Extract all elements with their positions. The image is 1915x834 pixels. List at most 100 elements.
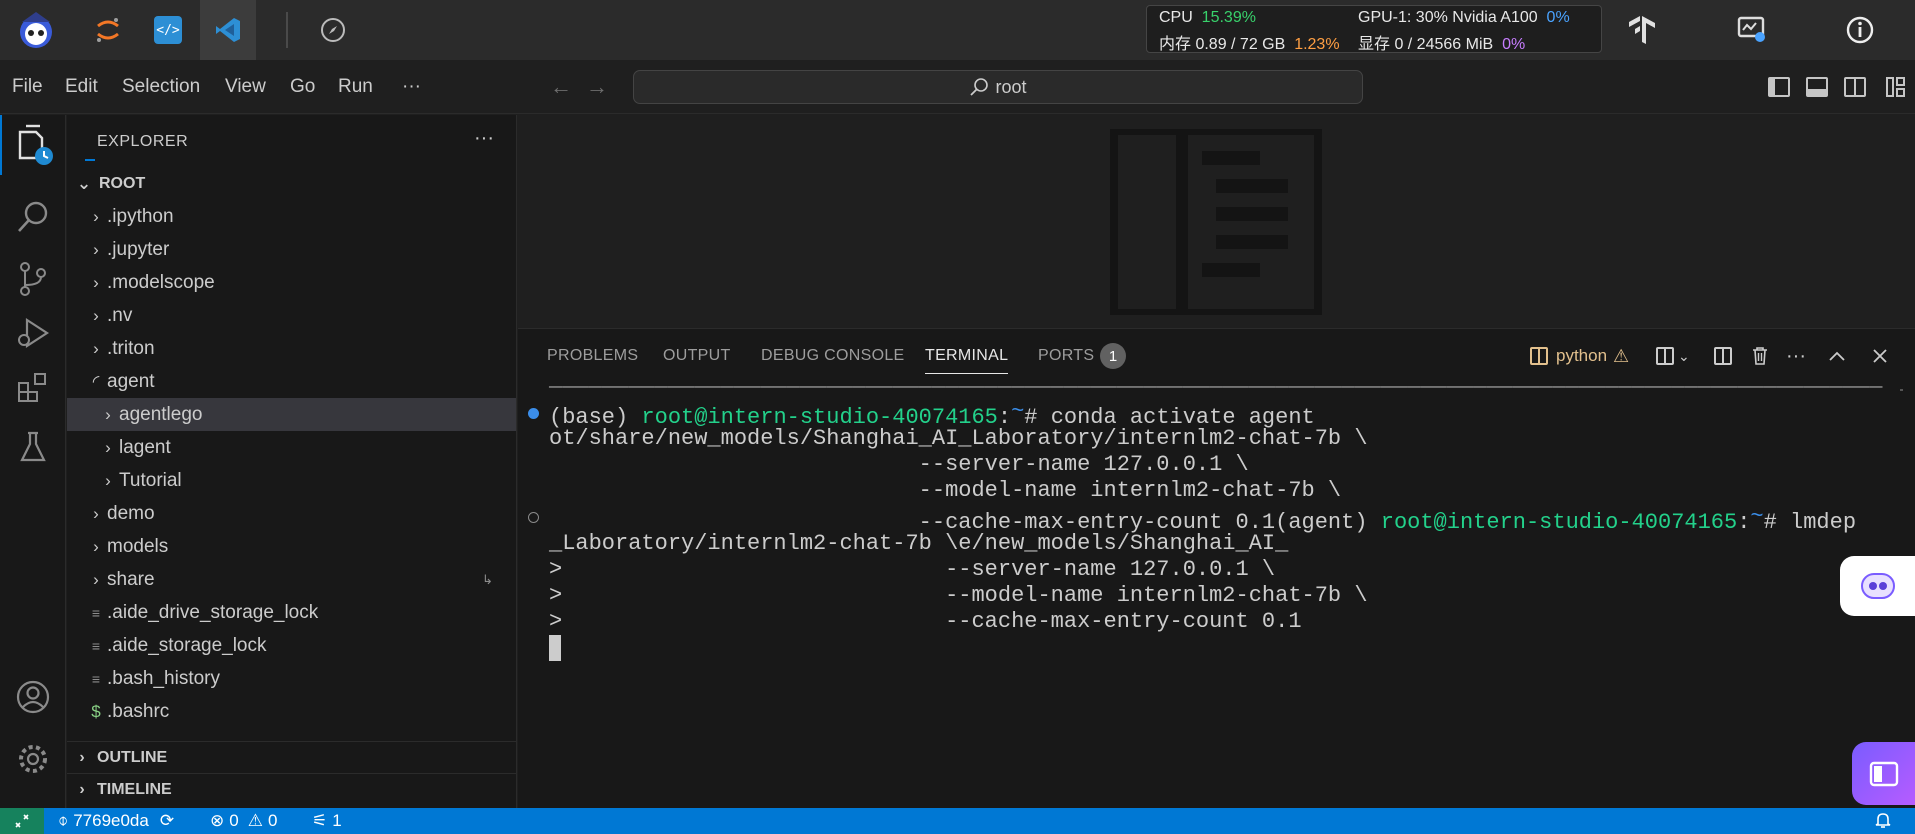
tree-item-label: lagent [119,436,171,458]
terminal-selector[interactable]: python ⚠ [1530,343,1629,369]
tree-item-label: .bashrc [107,700,170,722]
split-editor-button[interactable] [1714,343,1732,369]
run-debug-icon[interactable] [0,303,66,363]
back-arrow-icon[interactable]: ← [550,74,586,99]
command-success-dot-icon[interactable] [528,408,539,419]
monitor-settings-icon[interactable] [1724,0,1780,60]
status-bar: ⌽ 7769e0da ⟳ ⊗ 0 ⚠ 0 ⚟ 1 [0,808,1915,834]
command-pending-dot-icon[interactable] [528,512,539,523]
remote-indicator[interactable] [0,808,44,834]
terminal-line: > --cache-max-entry-count 0.1 [549,609,1302,634]
explorer-title: EXPLORER [97,133,189,150]
root-label: ROOT [99,174,146,192]
terminal-line: > --model-name internlm2-chat-7b \ [549,583,1368,608]
explorer-more-actions[interactable]: ··· [474,127,494,150]
assistant-robot-widget[interactable] [1840,556,1915,616]
branch-label: 7769e0da [73,811,149,830]
account-icon[interactable] [0,667,66,727]
tree-item-label: demo [107,502,155,524]
forward-arrow-icon[interactable]: → [586,74,622,99]
assistant-mascot-icon[interactable] [8,0,64,60]
tree-item-lagent[interactable]: › lagent [67,431,516,464]
maximize-panel-icon[interactable] [1829,343,1845,369]
toggle-panel-icon[interactable] [1806,77,1828,97]
notifications-bell[interactable] [1874,811,1892,829]
vscode-icon[interactable] [200,0,256,60]
menu-edit[interactable]: Edit [65,76,98,98]
menu-more[interactable]: ··· [402,76,421,98]
tree-item-label: .aide_drive_storage_lock [107,601,319,623]
tree-item-modelscope[interactable]: › .modelscope [67,266,516,299]
tree-item-triton[interactable]: › .triton [67,332,516,365]
bell-icon [1875,813,1891,828]
tree-item-tutorial[interactable]: › Tutorial [67,464,516,497]
terminal-line: --model-name internlm2-chat-7b \ [549,478,1342,503]
testing-flask-icon[interactable] [0,417,66,477]
tree-item-models[interactable]: › models [67,530,516,563]
tree-item-bashrc[interactable]: $ .bashrc [67,695,516,728]
tab-ports[interactable]: PORTS [1038,347,1094,365]
tree-item-jupyter[interactable]: › .jupyter [67,233,516,266]
outline-section[interactable]: › OUTLINE [67,741,516,773]
menu-file[interactable]: File [12,76,43,98]
tab-terminal[interactable]: TERMINAL [925,347,1009,374]
tree-item-label: .nv [107,304,133,326]
command-center-search[interactable]: root [633,70,1363,104]
editor-area [518,115,1915,327]
chevron-down-icon: ⌄ [1678,347,1690,364]
chevron-right-icon: › [105,404,111,424]
tree-item-aide-storage-lock[interactable]: ≡ .aide_storage_lock [67,629,516,662]
search-sidebar-icon[interactable] [0,187,66,247]
jupyter-icon[interactable] [80,0,136,60]
menu-selection[interactable]: Selection [122,76,200,98]
tree-item-agent[interactable]: ◜ agent [67,365,516,398]
source-control-icon[interactable] [0,249,66,309]
close-panel-icon[interactable] [1873,343,1887,369]
tree-item-aide-drive-storage-lock[interactable]: ≡ .aide_drive_storage_lock [67,596,516,629]
tree-item-label: agent [107,370,155,392]
app-window: </> CPU 15.39% 内存 0.89 / 72 GB 1.23% GPU… [0,0,1915,834]
tree-item-agentlego[interactable]: › agentlego [67,398,516,431]
chevron-right-icon: › [93,569,99,589]
explorer-icon[interactable] [0,115,66,175]
code-file-icon[interactable]: </> [140,0,196,60]
tab-debug-console[interactable]: DEBUG CONSOLE [761,347,905,365]
chevron-right-icon: › [93,503,99,523]
toggle-primary-sidebar-icon[interactable] [1768,77,1790,97]
tree-item-bash-history[interactable]: ≡ .bash_history [67,662,516,695]
toggle-secondary-sidebar-icon[interactable] [1844,77,1866,97]
timeline-label: TIMELINE [97,780,172,798]
tree-item-share[interactable]: › share ↳ [67,563,516,596]
tree-item-label: Tutorial [119,469,182,491]
tree-item-label: share [107,568,155,590]
menu-view[interactable]: View [225,76,266,98]
menu-go[interactable]: Go [290,76,315,98]
terminal-output[interactable]: ________________________________________… [518,367,1915,809]
activity-bar [0,115,66,808]
tree-root-folder[interactable]: ⌄ ROOT [67,167,516,200]
shell-dollar-icon: $ [91,701,101,721]
manage-gear-icon[interactable] [0,729,66,789]
info-icon[interactable] [1832,0,1888,60]
tensorflow-icon[interactable] [1614,0,1670,60]
tree-item-nv[interactable]: › .nv [67,299,516,332]
tab-output[interactable]: OUTPUT [663,347,731,365]
compass-icon[interactable] [305,0,361,60]
tree-item-demo[interactable]: › demo [67,497,516,530]
vscode-watermark-icon [1110,129,1322,315]
tree-item-ipython[interactable]: › .ipython [67,200,516,233]
extensions-icon[interactable] [0,358,66,418]
customize-layout-icon[interactable] [1886,77,1906,97]
file-lines-icon: ≡ [91,670,101,687]
more-actions-icon[interactable]: ··· [1786,343,1806,369]
problems-status[interactable]: ⊗ 0 ⚠ 0 [210,811,277,831]
timeline-section[interactable]: › TIMELINE [67,773,516,805]
side-panel-toggle-widget[interactable] [1852,742,1915,805]
ports-status[interactable]: ⚟ 1 [312,811,342,831]
tab-problems[interactable]: PROBLEMS [547,347,638,365]
branch-status[interactable]: ⌽ 7769e0da ⟳ [58,811,174,831]
menu-run[interactable]: Run [338,76,373,98]
chevron-right-icon: › [93,272,99,292]
kill-terminal-button[interactable] [1751,343,1769,369]
split-terminal-dropdown[interactable]: ⌄ [1656,343,1690,369]
